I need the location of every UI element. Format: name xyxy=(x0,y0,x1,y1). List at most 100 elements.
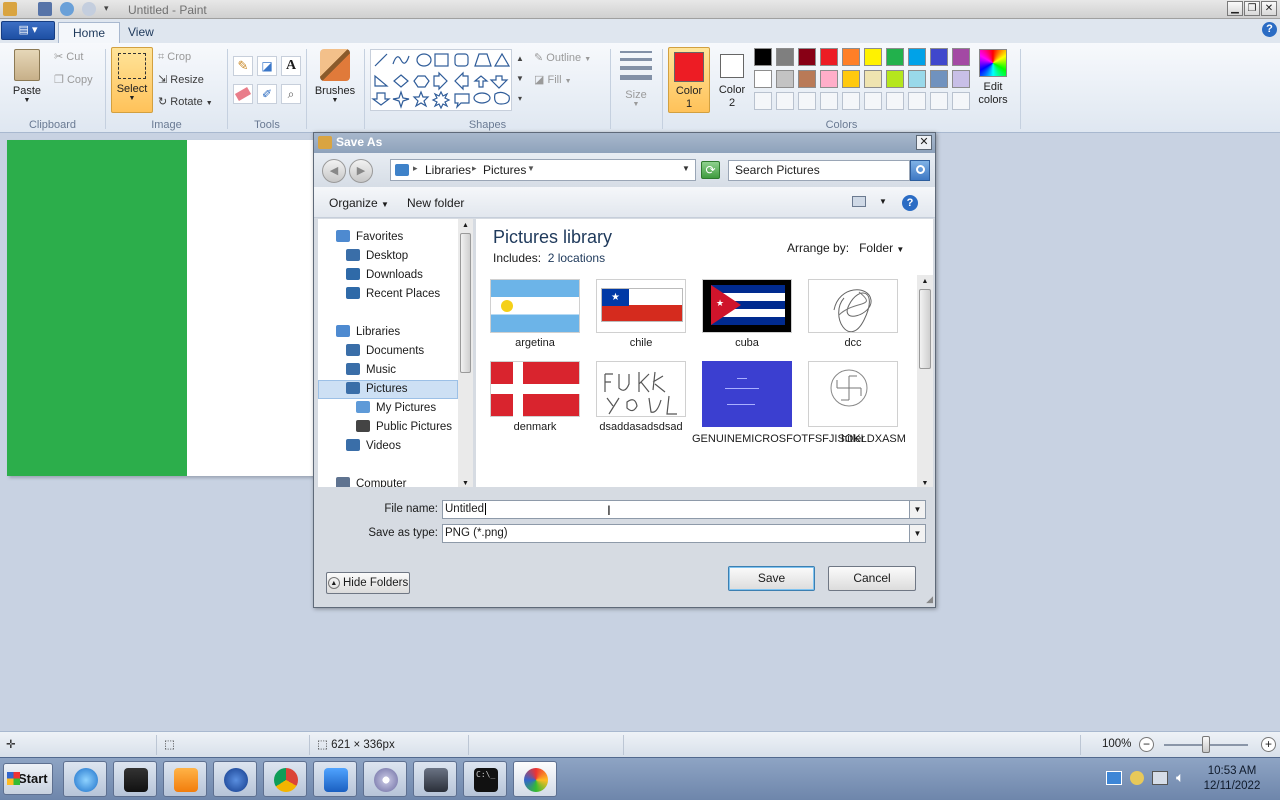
address-history-dropdown-icon[interactable]: ▼ xyxy=(682,164,690,173)
palette-color-swatch[interactable] xyxy=(820,48,838,66)
palette-color-swatch[interactable] xyxy=(886,70,904,88)
tray-app-icon[interactable] xyxy=(1130,771,1144,785)
nav-documents[interactable]: Documents xyxy=(346,342,424,361)
customize-quick-access-icon[interactable]: ▾ xyxy=(104,3,109,14)
palette-empty-swatch[interactable] xyxy=(864,92,882,110)
palette-color-swatch[interactable] xyxy=(864,70,882,88)
taskbar-chrome[interactable] xyxy=(263,761,307,797)
tray-network-icon[interactable] xyxy=(1106,771,1122,785)
fill-bucket-icon[interactable]: ◪ xyxy=(257,56,277,76)
minimize-button[interactable]: ▁ xyxy=(1227,1,1243,16)
nav-pane-scrollbar[interactable]: ▲ ▼ xyxy=(458,219,473,487)
scroll-up-icon[interactable]: ▲ xyxy=(917,275,933,289)
taskbar-remote-app[interactable] xyxy=(313,761,357,797)
scroll-up-icon[interactable]: ▲ xyxy=(458,219,473,233)
paint-app-icon[interactable] xyxy=(3,2,17,16)
hide-folders-button[interactable]: ▲ Hide Folders xyxy=(326,572,410,594)
palette-color-swatch[interactable] xyxy=(930,70,948,88)
palette-color-swatch[interactable] xyxy=(842,70,860,88)
redo-icon[interactable] xyxy=(82,2,96,16)
cut-button[interactable]: ✂ Cut xyxy=(54,50,83,63)
palette-empty-swatch[interactable] xyxy=(908,92,926,110)
palette-color-swatch[interactable] xyxy=(952,70,970,88)
size-button[interactable]: Size ▼ xyxy=(617,51,655,108)
views-dropdown-icon[interactable]: ▼ xyxy=(879,197,887,206)
resize-button[interactable]: ⇲ Resize xyxy=(158,73,204,86)
file-item-cuba[interactable]: ★ cuba xyxy=(692,279,802,350)
scroll-down-icon[interactable]: ▼ xyxy=(458,480,473,487)
eraser-icon[interactable] xyxy=(233,84,253,104)
nav-videos[interactable]: Videos xyxy=(346,437,401,456)
file-list-scrollbar[interactable]: ▲ ▼ xyxy=(917,275,933,487)
nav-favorites[interactable]: Favorites xyxy=(336,228,403,247)
nav-libraries[interactable]: Libraries xyxy=(336,323,400,342)
start-button[interactable]: Start xyxy=(3,763,53,795)
palette-empty-swatch[interactable] xyxy=(886,92,904,110)
breadcrumb-pictures[interactable]: Pictures xyxy=(483,163,526,177)
library-locations-link[interactable]: 2 locations xyxy=(548,251,605,265)
palette-color-swatch[interactable] xyxy=(776,48,794,66)
views-icon[interactable] xyxy=(852,196,866,207)
file-item-argetina[interactable]: argetina xyxy=(480,279,590,350)
copy-button[interactable]: ❐ Copy xyxy=(54,73,93,86)
taskbar-command-prompt[interactable]: C:\_ xyxy=(463,761,507,797)
file-item-dsaddasadsdsad[interactable]: dsaddasadsdsad xyxy=(586,361,696,434)
color2-button[interactable]: Color 2 xyxy=(712,47,752,113)
nav-recent-places[interactable]: Recent Places xyxy=(346,285,440,304)
dialog-help-icon[interactable]: ? xyxy=(902,195,918,211)
text-tool-icon[interactable]: A xyxy=(281,56,301,76)
palette-empty-swatch[interactable] xyxy=(776,92,794,110)
edit-colors-button[interactable]: Edit colors xyxy=(976,49,1010,107)
palette-color-swatch[interactable] xyxy=(798,48,816,66)
taskbar-disc-app[interactable] xyxy=(363,761,407,797)
shapes-gallery[interactable] xyxy=(370,49,512,111)
palette-color-swatch[interactable] xyxy=(864,48,882,66)
scroll-thumb[interactable] xyxy=(460,233,471,373)
palette-color-swatch[interactable] xyxy=(952,48,970,66)
palette-color-swatch[interactable] xyxy=(886,48,904,66)
fill-button[interactable]: ◪ Fill ▼ xyxy=(534,73,572,86)
help-icon[interactable]: ? xyxy=(1262,22,1277,37)
taskbar-app-road[interactable] xyxy=(113,761,157,797)
address-breadcrumb[interactable]: ▸ Libraries ▸ Pictures ▼ ▼ xyxy=(390,159,696,181)
crop-button[interactable]: ⌗ Crop xyxy=(158,51,191,64)
tab-view[interactable]: View xyxy=(114,22,168,43)
magnifier-icon[interactable]: ⌕ xyxy=(281,84,301,104)
color-picker-icon[interactable]: ✐ xyxy=(257,84,277,104)
palette-empty-swatch[interactable] xyxy=(798,92,816,110)
dialog-close-button[interactable]: ✕ xyxy=(916,135,932,150)
save-type-dropdown-icon[interactable]: ▼ xyxy=(909,525,925,542)
palette-color-swatch[interactable] xyxy=(820,70,838,88)
palette-color-swatch[interactable] xyxy=(754,70,772,88)
palette-color-swatch[interactable] xyxy=(908,70,926,88)
system-clock[interactable]: 10:53 AM 12/11/2022 xyxy=(1190,764,1274,794)
scroll-down-icon[interactable]: ▼ xyxy=(917,480,933,487)
file-name-dropdown-icon[interactable]: ▼ xyxy=(909,501,925,518)
nav-my-pictures[interactable]: My Pictures xyxy=(356,399,436,418)
taskbar-app-blue[interactable] xyxy=(213,761,257,797)
zoom-slider-thumb[interactable] xyxy=(1202,736,1210,753)
scroll-thumb[interactable] xyxy=(919,289,931,369)
nav-desktop[interactable]: Desktop xyxy=(346,247,408,266)
nav-music[interactable]: Music xyxy=(346,361,396,380)
palette-color-swatch[interactable] xyxy=(930,48,948,66)
zoom-in-button[interactable]: + xyxy=(1261,737,1276,752)
file-item-dcc[interactable]: dcc xyxy=(798,279,908,350)
palette-color-swatch[interactable] xyxy=(776,70,794,88)
nav-public-pictures[interactable]: Public Pictures xyxy=(356,418,452,437)
taskbar-media-player[interactable] xyxy=(163,761,207,797)
chevron-down-icon[interactable]: ▼ xyxy=(527,164,535,173)
nav-computer[interactable]: Computer xyxy=(336,475,407,487)
file-item-genuine[interactable]: GENUINEMICROSFOTFSFJISOKLDXASM xyxy=(692,361,906,446)
taskbar-internet-explorer[interactable] xyxy=(63,761,107,797)
rotate-button[interactable]: ↻ Rotate ▼ xyxy=(158,95,213,108)
nav-pictures[interactable]: Pictures xyxy=(346,380,408,399)
nav-downloads[interactable]: Downloads xyxy=(346,266,423,285)
shapes-scroll-icon[interactable]: ▲ ▼ ▾ xyxy=(514,49,526,111)
forward-button[interactable]: ▶ xyxy=(349,159,373,183)
search-input[interactable]: Search Pictures xyxy=(728,160,910,181)
zoom-out-button[interactable]: − xyxy=(1139,737,1154,752)
refresh-icon[interactable]: ⟳ xyxy=(701,161,720,179)
palette-empty-swatch[interactable] xyxy=(952,92,970,110)
outline-button[interactable]: ✎ Outline ▼ xyxy=(534,51,591,64)
